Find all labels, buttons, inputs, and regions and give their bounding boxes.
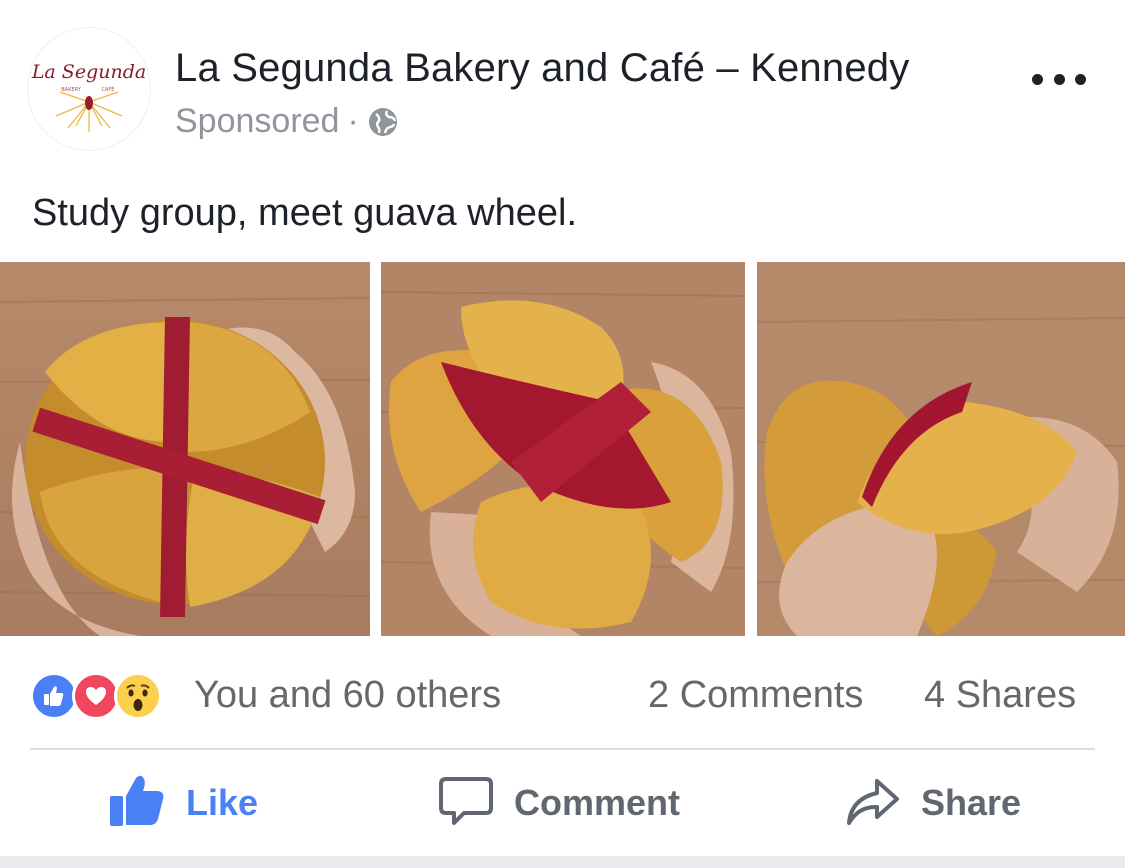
feed-separator: [0, 856, 1125, 868]
more-dot: [1032, 73, 1043, 85]
share-arrow-icon: [845, 775, 901, 832]
comment-bubble-icon: [438, 773, 494, 834]
more-dot: [1075, 73, 1086, 85]
post-caption: Study group, meet guava wheel.: [32, 192, 578, 234]
comment-label: Comment: [514, 782, 681, 823]
logo-subtext-right: CAFÉ: [102, 85, 115, 93]
wow-reaction-icon: [114, 672, 162, 720]
page-avatar[interactable]: La Segunda BAKERY CAFÉ: [28, 28, 150, 150]
share-button[interactable]: Share: [845, 770, 1021, 836]
thumbs-up-icon: [108, 774, 166, 833]
logo-wordmark: La Segunda: [31, 61, 146, 83]
share-label: Share: [921, 782, 1022, 823]
guava-wheel-photo-3[interactable]: [757, 262, 1125, 636]
guava-wheel-photo-1[interactable]: [0, 262, 370, 636]
guava-wheel-photo-2[interactable]: [381, 262, 745, 636]
shares-count[interactable]: 4 Shares: [924, 674, 1076, 717]
like-button[interactable]: Like: [108, 770, 258, 836]
comments-count[interactable]: 2 Comments: [648, 674, 863, 717]
meta-separator: ·: [347, 102, 359, 140]
like-label: Like: [186, 782, 259, 823]
feed-post: La Segunda BAKERY CAFÉ La Segunda Bakery…: [0, 0, 1125, 868]
more-options-icon[interactable]: [1032, 64, 1086, 94]
page-name-link[interactable]: La Segunda Bakery and Café – Kennedy: [175, 46, 909, 91]
more-dot: [1053, 73, 1065, 85]
divider: [30, 748, 1095, 750]
love-reaction-icon: [72, 672, 120, 720]
reaction-summary[interactable]: You and 60 others: [194, 674, 501, 717]
post-meta: Sponsored ·: [175, 102, 399, 141]
reaction-icons[interactable]: [30, 671, 162, 721]
like-reaction-icon: [30, 672, 78, 720]
globe-icon: [367, 106, 399, 138]
la-segunda-logo: La Segunda BAKERY CAFÉ: [31, 61, 146, 132]
comment-button[interactable]: Comment: [438, 770, 680, 836]
logo-subtext-left: BAKERY: [61, 87, 81, 93]
sponsored-label[interactable]: Sponsored: [175, 102, 339, 141]
